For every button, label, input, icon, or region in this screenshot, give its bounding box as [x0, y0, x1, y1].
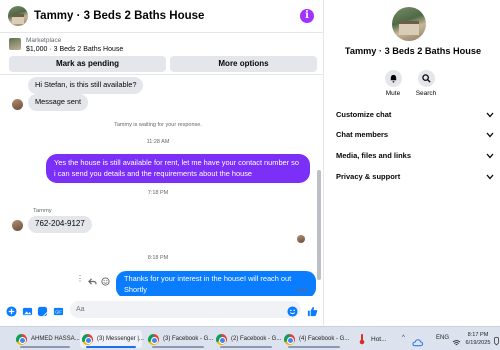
weather-widget[interactable]: Hot... [358, 331, 387, 347]
conversation-title: Tammy · 3 Beds 2 Baths House [344, 46, 482, 56]
avatar[interactable] [392, 7, 426, 41]
menu-label: Customize chat [336, 110, 392, 119]
mark-pending-button[interactable]: Mark as pending [9, 56, 166, 72]
seen-avatar [297, 235, 305, 243]
menu-privacy-support[interactable]: Privacy & support [336, 169, 494, 185]
avatar[interactable] [8, 6, 28, 26]
taskbar-label: (3) Facebook - G... [163, 336, 214, 342]
message-bubble[interactable]: Message sent [28, 94, 89, 111]
timestamp: 7:18 PM [147, 190, 169, 196]
menu-label: Chat members [336, 130, 389, 139]
taskbar: AHMED HASSA... (3) Messenger |... (3) Fa… [0, 326, 500, 350]
clock-date: 6/19/2025 [465, 340, 491, 346]
gif-icon[interactable]: GIF [53, 304, 64, 316]
menu-label: Privacy & support [336, 172, 401, 181]
message-bubble[interactable]: Hi Stefan, is this still available? [28, 77, 144, 94]
taskbar-label: (2) Facebook - G... [231, 336, 282, 342]
message-list: Hi Stefan, is this still available? Mess… [0, 76, 316, 296]
chevron-up-icon[interactable]: ^ [402, 335, 405, 341]
message-input[interactable] [70, 301, 301, 318]
chrome-icon [148, 333, 159, 345]
taskbar-item[interactable]: (4) Facebook - G... [282, 330, 350, 348]
timestamp: 11:28 AM [146, 139, 170, 145]
waiting-note: Tammy is waiting for your response. [114, 122, 202, 128]
chrome-icon [216, 333, 227, 345]
taskbar-label: (4) Facebook - G... [299, 336, 350, 342]
menu-chat-members[interactable]: Chat members [336, 127, 494, 143]
chrome-icon [16, 333, 27, 345]
chrome-icon [284, 333, 295, 345]
wifi-icon[interactable] [452, 334, 461, 350]
search-icon [417, 70, 435, 87]
search-label: Search [415, 90, 437, 97]
sender-avatar[interactable] [12, 220, 23, 231]
app-window: Tammy · 3 Beds 2 Baths House i Marketpla… [0, 0, 500, 350]
timestamp: 8:18 PM [147, 255, 169, 261]
message-bubble[interactable]: 762-204-9127 [28, 216, 92, 233]
listing-thumbnail[interactable] [9, 38, 21, 50]
info-icon[interactable]: i [300, 9, 314, 23]
react-icon[interactable] [101, 273, 110, 291]
chevron-down-icon [486, 153, 494, 159]
reply-icon[interactable] [88, 273, 97, 291]
taskbar-label: AHMED HASSA... [31, 336, 80, 342]
sender-avatar[interactable] [12, 99, 23, 110]
scrollbar[interactable] [316, 80, 322, 290]
message-bubble-outgoing[interactable]: Thanks for your interest in the houseI w… [116, 271, 316, 296]
more-icon[interactable]: ⋮ [76, 274, 84, 283]
sticker-icon[interactable] [37, 304, 48, 317]
taskbar-item[interactable]: (3) Facebook - G... [146, 330, 214, 348]
thermometer-icon [359, 334, 365, 345]
taskbar-item[interactable]: AHMED HASSA... [14, 330, 80, 348]
emoji-icon[interactable] [287, 304, 298, 317]
listing-title[interactable]: $1,000 · 3 Beds 2 Baths House [26, 46, 123, 53]
cloud-icon[interactable] [412, 334, 424, 350]
search-button[interactable]: Search [406, 70, 446, 97]
taskbar-item[interactable]: (2) Facebook - G... [214, 330, 282, 348]
chrome-icon [82, 333, 93, 345]
menu-media-files-links[interactable]: Media, files and links [336, 148, 494, 164]
svg-text:GIF: GIF [55, 309, 62, 314]
chat-title[interactable]: Tammy · 3 Beds 2 Baths House [34, 10, 204, 22]
chevron-down-icon [486, 132, 494, 138]
taskbar-label: (3) Messenger |... [97, 336, 144, 342]
like-icon[interactable] [307, 304, 318, 317]
message-bubble-outgoing[interactable]: Yes the house is still available for ren… [46, 154, 310, 183]
chat-panel: Tammy · 3 Beds 2 Baths House i Marketpla… [0, 0, 324, 326]
notification-icon[interactable] [494, 333, 499, 346]
bell-icon [384, 70, 402, 87]
chevron-down-icon [486, 174, 494, 180]
clock-time: 8:17 PM [467, 332, 489, 338]
taskbar-item[interactable]: (3) Messenger |... [80, 330, 144, 348]
plus-icon[interactable] [6, 304, 17, 317]
language-indicator[interactable]: ENG [436, 335, 449, 341]
menu-label: Media, files and links [336, 151, 412, 160]
marketplace-label: Marketplace [26, 37, 62, 44]
menu-customize-chat[interactable]: Customize chat [336, 107, 494, 123]
message-status: Sent [296, 288, 308, 294]
weather-label: Hot... [371, 335, 387, 343]
scroll-thumb[interactable] [317, 170, 321, 280]
image-icon[interactable] [22, 304, 33, 316]
clock[interactable]: 8:17 PM 6/19/2025 [463, 331, 493, 347]
chat-header: Tammy · 3 Beds 2 Baths House i [0, 0, 324, 33]
chevron-down-icon [486, 112, 494, 118]
conversation-info-panel: Tammy · 3 Beds 2 Baths House Mute Search… [326, 0, 500, 326]
sender-name: Tammy [33, 208, 52, 214]
more-options-button[interactable]: More options [170, 56, 317, 72]
